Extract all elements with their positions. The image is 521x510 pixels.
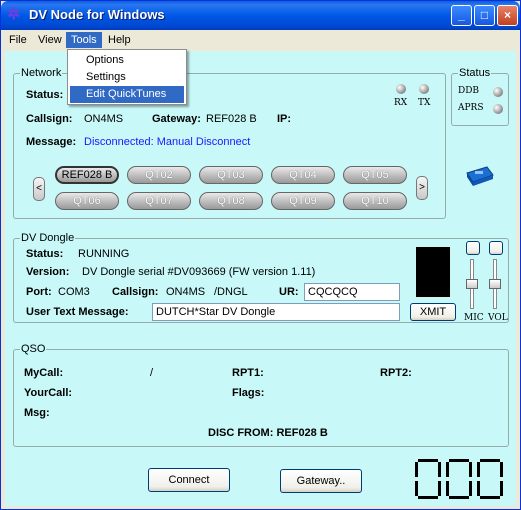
counter-digit-3: [477, 459, 503, 499]
quicktune-button-7[interactable]: QT07: [127, 192, 191, 210]
mycall-separator: /: [150, 367, 154, 379]
quicktune-scroll-left-button[interactable]: <: [33, 177, 45, 201]
quicktune-button-9[interactable]: QT09: [271, 192, 335, 210]
quicktune-button-3[interactable]: QT03: [199, 166, 263, 184]
xmit-button[interactable]: XMIT: [410, 303, 456, 321]
mic-slider-thumb[interactable]: [466, 279, 478, 289]
mic-label: MIC: [464, 313, 484, 323]
msg-label: Msg:: [24, 407, 50, 419]
aprs-led: [493, 104, 503, 114]
minimize-button[interactable]: _: [451, 5, 472, 26]
quicktune-button-5[interactable]: QT05: [343, 166, 407, 184]
quicktune-button-6[interactable]: QT06: [55, 192, 119, 210]
dv-dongle-group: DV Dongle Status: RUNNING Version: DV Do…: [13, 232, 509, 323]
maximize-button[interactable]: □: [474, 5, 495, 26]
message-label: Message:: [26, 136, 77, 148]
seven-segment-counter: 000: [415, 459, 505, 499]
vol-mute-toggle[interactable]: [489, 241, 503, 255]
rpt1-label: RPT1:: [232, 367, 264, 379]
tx-led: [419, 84, 429, 94]
network-callsign-value: ON4MS: [84, 113, 124, 125]
vol-slider-thumb[interactable]: [489, 279, 501, 289]
ip-label: IP:: [277, 113, 292, 125]
dongle-callsign-suffix: /DNGL: [214, 286, 248, 298]
counter-digit-2: [446, 459, 472, 499]
tools-dropdown-menu: Options Settings Edit QuickTunes: [67, 49, 187, 105]
yourcall-label: YourCall:: [24, 387, 73, 399]
dongle-callsign-value: ON4MS: [166, 286, 206, 298]
dongle-version-value: DV Dongle serial #DV093669 (FW version 1…: [82, 266, 316, 278]
client-area: Network Status: RX TX Callsign: ON4MS Ga…: [5, 51, 516, 506]
mic-mute-toggle[interactable]: [466, 241, 480, 255]
menu-help[interactable]: Help: [103, 32, 136, 48]
ur-label: UR:: [279, 286, 299, 298]
menu-view[interactable]: View: [33, 32, 67, 48]
mycall-label: MyCall:: [24, 367, 64, 379]
rx-label: RX: [394, 98, 408, 108]
main-window: ✲ DV Node for Windows _ □ × File View To…: [0, 0, 521, 510]
menu-file[interactable]: File: [4, 32, 32, 48]
dongle-callsign-label: Callsign:: [112, 286, 159, 298]
quicktune-button-10[interactable]: QT10: [343, 192, 407, 210]
quicktune-button-4[interactable]: QT04: [271, 166, 335, 184]
flags-label: Flags:: [232, 387, 265, 399]
gateway-button[interactable]: Gateway..: [280, 469, 362, 493]
rx-led: [396, 84, 406, 94]
network-group-label: Network: [20, 67, 63, 79]
tx-label: TX: [418, 98, 431, 108]
menu-tools[interactable]: Tools: [66, 32, 102, 48]
user-text-field[interactable]: DUTCH*Star DV Dongle: [152, 303, 400, 321]
dongle-status-label: Status:: [26, 248, 64, 260]
close-button[interactable]: ×: [497, 5, 518, 26]
connect-button[interactable]: Connect: [148, 468, 230, 492]
dv-node-star-icon: ✲: [7, 6, 21, 23]
menu-bar: File View Tools Help: [2, 30, 519, 49]
aprs-label: APRS: [458, 103, 484, 113]
network-status-label: Status:: [26, 89, 64, 101]
dongle-port-label: Port:: [26, 286, 52, 298]
status-group: Status DDB APRS: [451, 67, 509, 126]
level-meter-display: [416, 247, 450, 297]
window-title: DV Node for Windows: [29, 7, 165, 22]
quicktune-button-1[interactable]: REF028 B: [55, 166, 119, 184]
network-callsign-label: Callsign:: [26, 113, 73, 125]
dongle-status-value: RUNNING: [78, 248, 130, 260]
vol-label: VOL: [488, 313, 508, 323]
dongle-version-label: Version:: [26, 266, 70, 278]
dv-dongle-group-label: DV Dongle: [20, 232, 76, 244]
status-group-label: Status: [458, 67, 492, 79]
dv-dongle-device-icon: [465, 165, 495, 187]
qso-group: QSO MyCall: / RPT1: RPT2: YourCall: Flag…: [13, 343, 509, 447]
ur-field[interactable]: CQCQCQ: [304, 283, 400, 301]
menu-item-edit-quicktunes[interactable]: Edit QuickTunes: [70, 86, 184, 103]
menu-item-options[interactable]: Options: [70, 52, 184, 69]
ddb-label: DDB: [458, 86, 480, 96]
title-bar[interactable]: ✲ DV Node for Windows _ □ ×: [1, 1, 520, 30]
qso-group-label: QSO: [20, 343, 47, 355]
menu-item-settings[interactable]: Settings: [70, 69, 184, 86]
disc-status-text: DISC FROM: REF028 B: [208, 427, 328, 439]
gateway-value: REF028 B: [206, 113, 257, 125]
gateway-label: Gateway:: [152, 113, 201, 125]
rpt2-label: RPT2:: [380, 367, 412, 379]
quicktune-button-2[interactable]: QT02: [127, 166, 191, 184]
quicktune-scroll-right-button[interactable]: >: [416, 176, 428, 200]
counter-digit-1: [415, 459, 441, 499]
quicktune-button-8[interactable]: QT08: [199, 192, 263, 210]
dongle-port-value: COM3: [58, 286, 90, 298]
ddb-led: [493, 87, 503, 97]
user-text-label: User Text Message:: [26, 306, 129, 318]
message-value: Disconnected: Manual Disconnect: [84, 136, 251, 148]
